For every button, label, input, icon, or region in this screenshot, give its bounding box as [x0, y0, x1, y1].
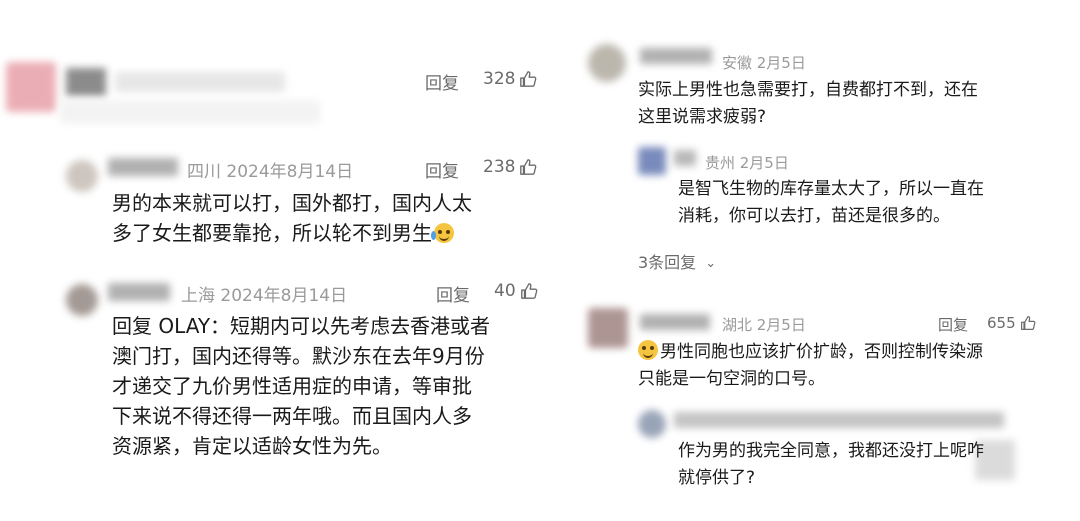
- comment-line: 作为男的我完全同意，我都还没打上呢咋: [678, 441, 984, 461]
- like-count: 238: [483, 157, 516, 177]
- comment-line: 资源紧，肯定以适龄女性为先。: [112, 434, 392, 458]
- username-blurred: [108, 158, 178, 176]
- comment-line: 消耗，你可以去打，苗还是很多的。: [678, 206, 950, 226]
- thumbs-up-icon: [1020, 316, 1036, 330]
- like-button[interactable]: 238: [483, 157, 537, 177]
- smile-emoji: [638, 340, 658, 360]
- comment-line-text: 男性同胞也应该扩价扩龄，否则控制传染源: [660, 342, 983, 362]
- reply-button[interactable]: 回复: [425, 157, 459, 182]
- username-blurred: [108, 283, 170, 301]
- like-count: 328: [483, 69, 516, 89]
- like-button[interactable]: 328: [483, 69, 537, 89]
- location-date: 上海 2024年8月14日: [181, 286, 348, 306]
- comment-text: 实际上男性也急需要打，自费都打不到，还在 这里说需求疲弱?: [638, 77, 978, 131]
- comment-line: 男性同胞也应该扩价扩龄，否则控制传染源: [638, 339, 983, 366]
- like-button[interactable]: 655: [987, 314, 1036, 332]
- reply-text: 作为男的我完全同意，我都还没打上呢咋 就停供了?: [678, 438, 984, 492]
- reply-button[interactable]: 回复: [938, 314, 968, 335]
- comment-line: 只能是一句空洞的口号。: [638, 369, 825, 389]
- comment-line-text: 多了女生都要靠抢，所以轮不到男生: [112, 221, 432, 245]
- avatar[interactable]: [66, 284, 98, 316]
- comment-line: 男的本来就可以打，国外都打，国内人太: [112, 191, 472, 215]
- comment-line: 就停供了?: [678, 468, 756, 488]
- reply-button[interactable]: 回复: [425, 69, 459, 94]
- comment-line: 下来说不得还得一两年哦。而且国内人多: [112, 404, 472, 428]
- reply-text: 是智飞生物的库存量太大了，所以一直在 消耗，你可以去打，苗还是很多的。: [678, 176, 984, 230]
- username-blurred: [674, 150, 696, 166]
- location-date: 四川 2024年8月14日: [187, 162, 354, 182]
- like-button[interactable]: 40: [494, 281, 538, 301]
- more-replies-label: 3条回复: [638, 253, 697, 272]
- avatar[interactable]: [588, 308, 628, 348]
- username-blurred: [640, 48, 712, 64]
- comment-text-blurred: [60, 100, 320, 124]
- chevron-down-icon: ⌄: [705, 256, 717, 271]
- avatar[interactable]: [588, 44, 626, 82]
- comment-line: 多了女生都要靠抢，所以轮不到男生: [112, 218, 472, 248]
- comment-text: 回复 OLAY：短期内可以先考虑去香港或者 澳门打，国内还得等。默沙东在去年9月…: [112, 311, 490, 461]
- cry-laugh-emoji: [431, 223, 454, 243]
- like-count: 40: [494, 281, 516, 301]
- avatar[interactable]: [638, 147, 666, 175]
- location-date: 贵州 2月5日: [705, 154, 789, 172]
- like-count: 655: [987, 314, 1016, 332]
- avatar[interactable]: [6, 62, 56, 112]
- more-replies-link[interactable]: 3条回复 ⌄: [638, 249, 716, 273]
- comment-line: 回复 OLAY：短期内可以先考虑去香港或者: [112, 314, 491, 338]
- reply-button[interactable]: 回复: [436, 281, 470, 306]
- username-blurred: [66, 68, 106, 96]
- location-date: 湖北 2月5日: [722, 316, 806, 334]
- thumbs-up-icon: [520, 283, 538, 299]
- username-blurred: [674, 412, 1004, 428]
- comment-text: 男性同胞也应该扩价扩龄，否则控制传染源 只能是一句空洞的口号。: [638, 339, 983, 393]
- thumbs-up-icon: [520, 159, 537, 175]
- comment-text: 男的本来就可以打，国外都打，国内人太 多了女生都要靠抢，所以轮不到男生: [112, 188, 472, 248]
- avatar[interactable]: [638, 410, 666, 438]
- comment-line: 才递交了九价男性适用症的申请，等审批: [112, 374, 472, 398]
- thumbs-up-icon: [520, 71, 537, 87]
- comment-line: 澳门打，国内还得等。默沙东在去年9月份: [112, 344, 485, 368]
- comment-text-blurred: [115, 72, 285, 92]
- comment-line: 这里说需求疲弱?: [638, 107, 767, 127]
- comment-line: 是智飞生物的库存量太大了，所以一直在: [678, 179, 984, 199]
- location-date: 安徽 2月5日: [722, 54, 806, 72]
- comment-line: 实际上男性也急需要打，自费都打不到，还在: [638, 80, 978, 100]
- avatar[interactable]: [66, 160, 98, 192]
- username-blurred: [640, 314, 710, 330]
